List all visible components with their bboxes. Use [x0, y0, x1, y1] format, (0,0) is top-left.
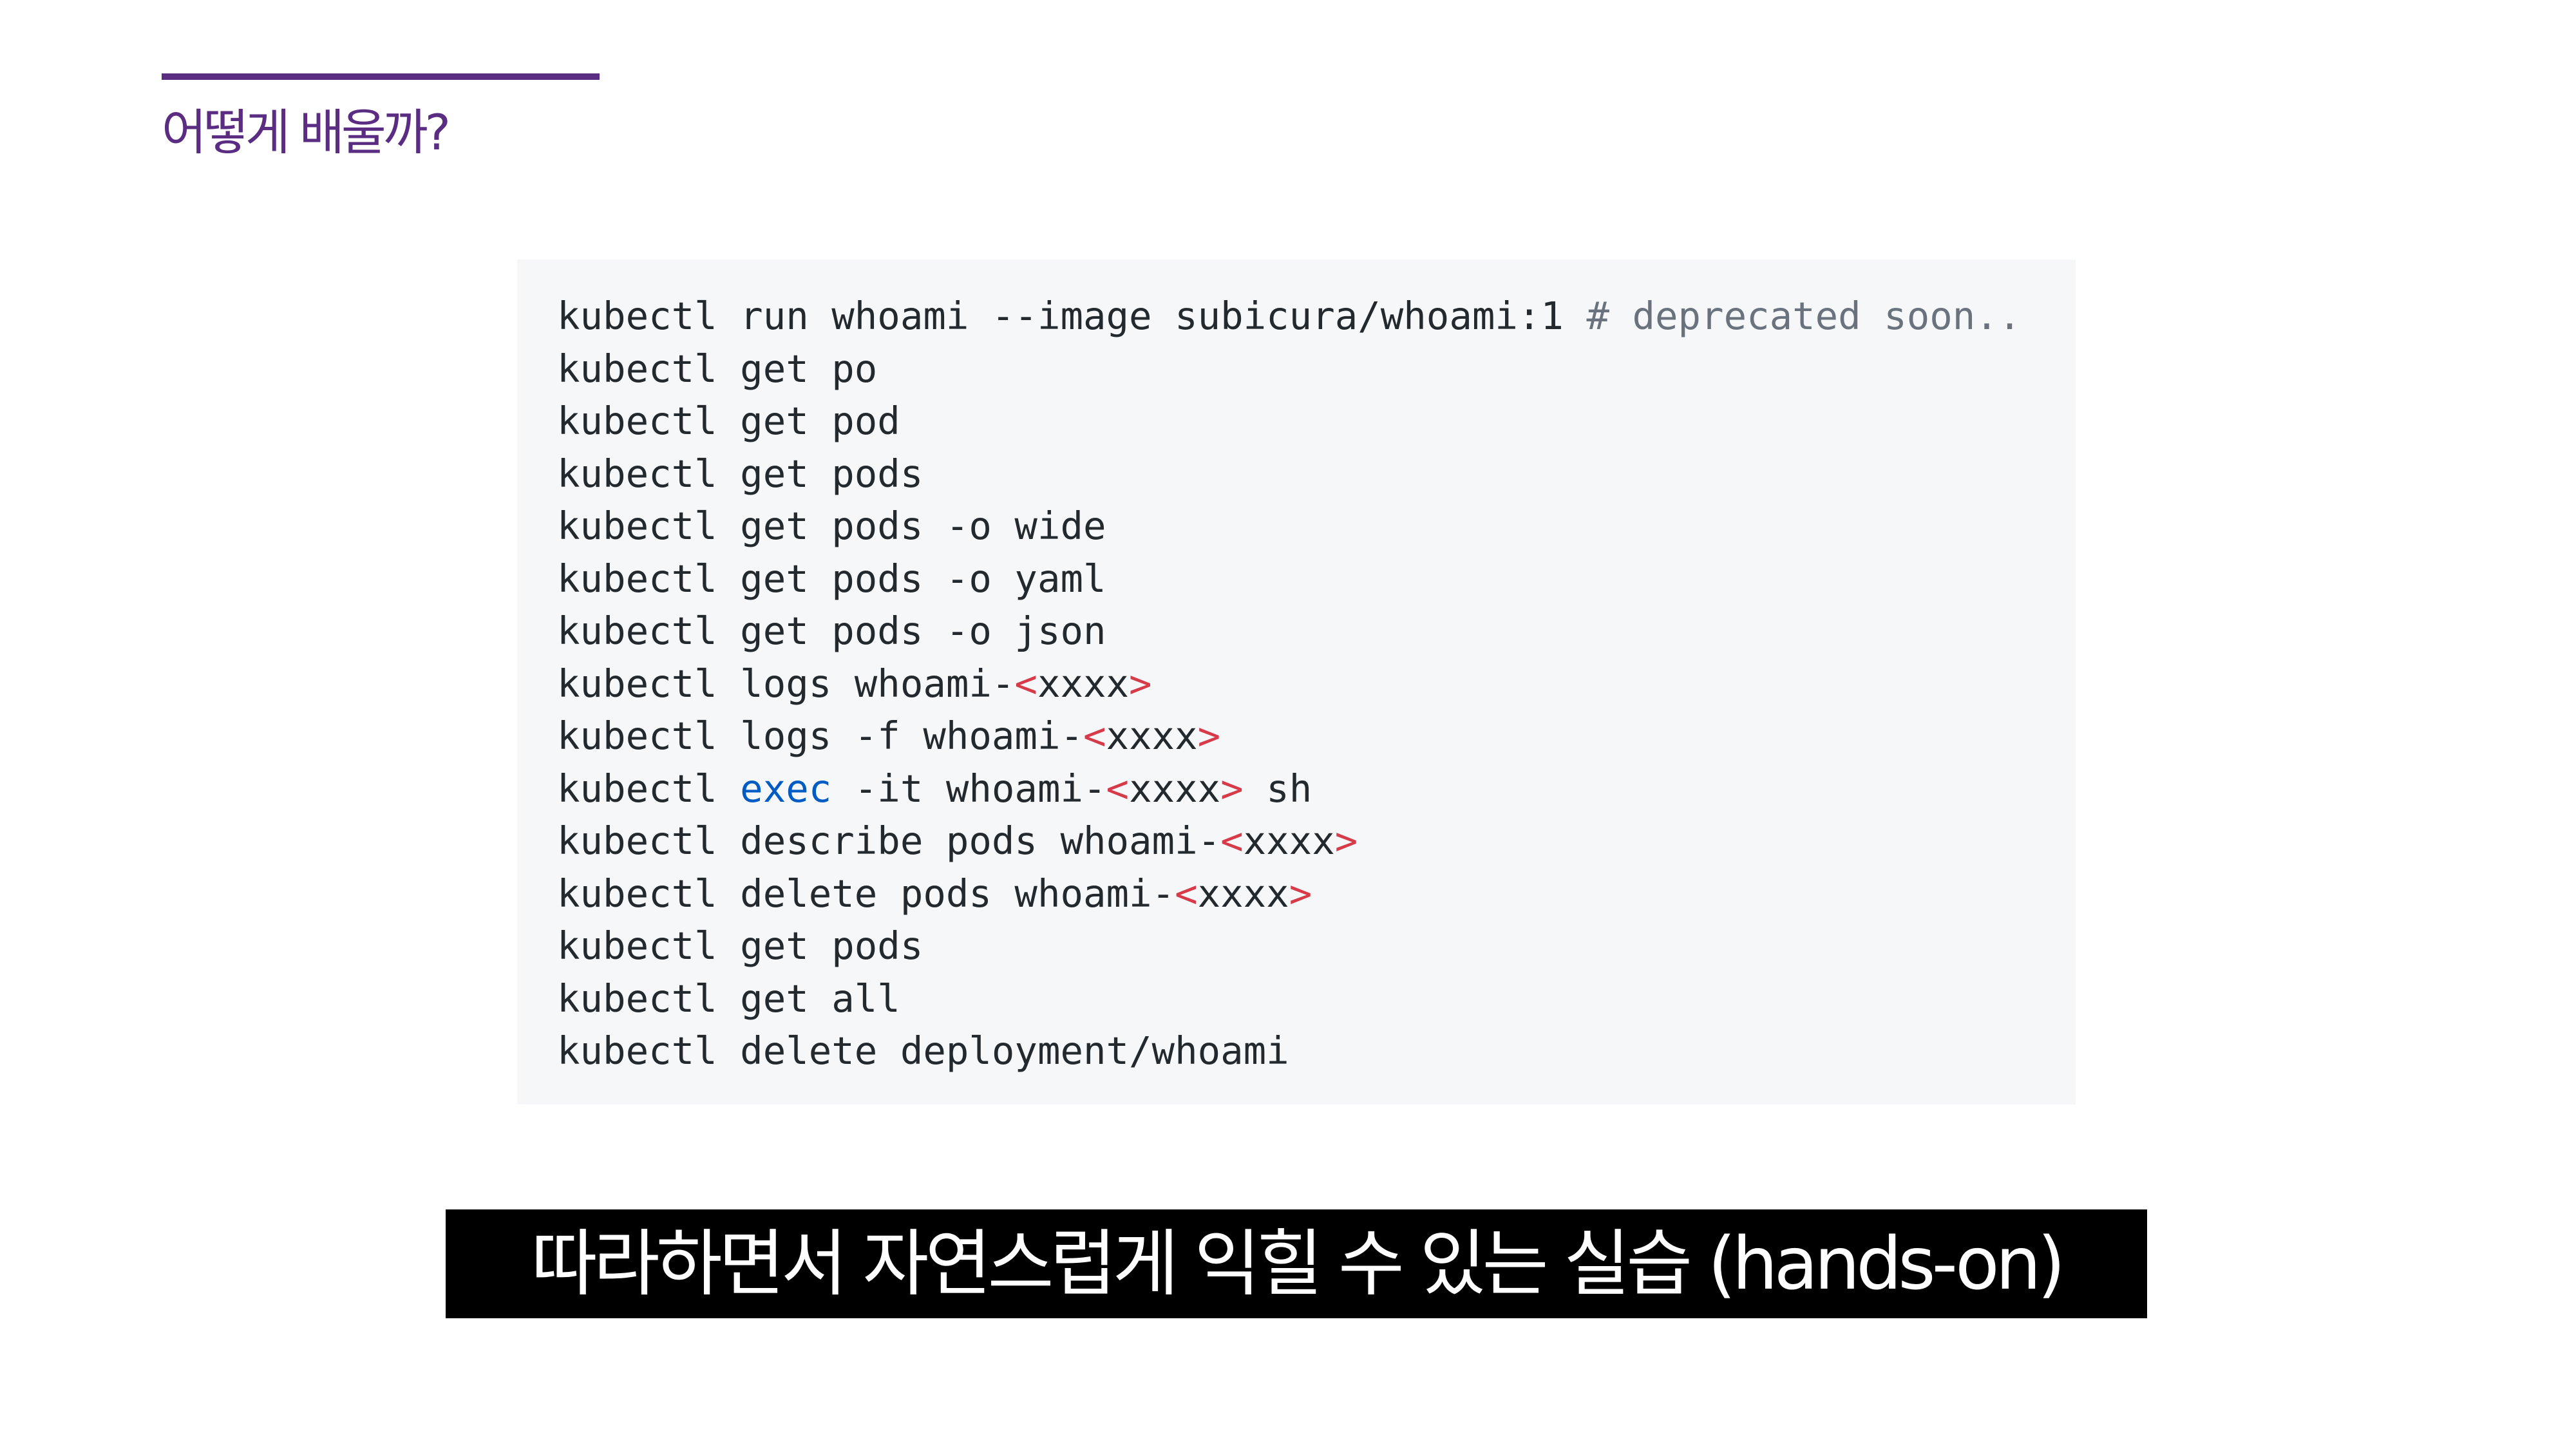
- code-line: kubectl get pods -o yaml: [557, 553, 2076, 605]
- code-token-angle: <: [1083, 714, 1106, 758]
- code-line: kubectl get pods -o json: [557, 605, 2076, 658]
- code-line: kubectl get all: [557, 972, 2076, 1025]
- code-token-plain: sh: [1243, 766, 1312, 811]
- code-token-plain: xxxx: [1106, 714, 1198, 758]
- code-token-plain: kubectl get pods: [557, 451, 923, 496]
- code-token-angle: >: [1334, 819, 1358, 863]
- code-line: kubectl get pods -o wide: [557, 500, 2076, 553]
- code-token-plain: kubectl get po: [557, 346, 878, 391]
- code-line: kubectl delete deployment/whoami: [557, 1025, 2076, 1077]
- code-token-angle: >: [1197, 714, 1221, 758]
- slide-title: 어떻게 배울까?: [162, 104, 451, 161]
- code-token-angle: <: [1014, 661, 1037, 706]
- subtitle-caption: 따라하면서 자연스럽게 익힐 수 있는 실습 (hands-on): [446, 1209, 2147, 1318]
- code-token-plain: kubectl logs whoami-: [557, 661, 1015, 706]
- code-line: kubectl delete pods whoami-<xxxx>: [557, 867, 2076, 920]
- code-line: kubectl get pods: [557, 920, 2076, 972]
- code-line: kubectl get pods: [557, 448, 2076, 500]
- code-line: kubectl exec -it whoami-<xxxx> sh: [557, 762, 2076, 815]
- code-line: kubectl describe pods whoami-<xxxx>: [557, 815, 2076, 867]
- code-line: kubectl get po: [557, 343, 2076, 395]
- code-line: kubectl logs whoami-<xxxx>: [557, 658, 2076, 710]
- code-line: kubectl logs -f whoami-<xxxx>: [557, 710, 2076, 762]
- code-token-plain: kubectl get pod: [557, 399, 900, 443]
- code-token-plain: kubectl get all: [557, 976, 900, 1021]
- title-accent-bar: [162, 73, 600, 80]
- code-token-angle: <: [1175, 871, 1198, 916]
- code-token-plain: xxxx: [1243, 819, 1335, 863]
- code-token-plain: kubectl describe pods whoami-: [557, 819, 1221, 863]
- code-line: kubectl get pod: [557, 395, 2076, 448]
- code-token-plain: kubectl logs -f whoami-: [557, 714, 1083, 758]
- code-token-plain: kubectl delete deployment/whoami: [557, 1028, 1289, 1073]
- code-token-plain: kubectl: [557, 766, 741, 811]
- code-token-plain: kubectl get pods -o wide: [557, 504, 1106, 548]
- code-token-plain: kubectl run whoami --image subicura/whoa…: [557, 294, 1587, 338]
- code-token-plain: kubectl delete pods whoami-: [557, 871, 1175, 916]
- code-token-plain: xxxx: [1129, 766, 1221, 811]
- code-token-angle: >: [1220, 766, 1244, 811]
- code-token-plain: xxxx: [1197, 871, 1289, 916]
- code-token-comment: # deprecated soon..: [1586, 294, 2022, 338]
- code-token-plain: xxxx: [1037, 661, 1130, 706]
- code-token-plain: -it whoami-: [831, 766, 1106, 811]
- code-block: kubectl run whoami --image subicura/whoa…: [517, 260, 2076, 1104]
- code-token-angle: >: [1289, 871, 1312, 916]
- code-token-angle: >: [1129, 661, 1152, 706]
- subtitle-caption-text: 따라하면서 자연스럽게 익힐 수 있는 실습 (hands-on): [531, 1222, 2066, 1306]
- code-token-plain: kubectl get pods: [557, 923, 923, 968]
- code-token-plain: kubectl get pods -o yaml: [557, 556, 1106, 601]
- code-token-angle: <: [1220, 819, 1244, 863]
- code-token-plain: kubectl get pods -o json: [557, 609, 1106, 653]
- code-token-angle: <: [1106, 766, 1130, 811]
- code-line: kubectl run whoami --image subicura/whoa…: [557, 290, 2076, 343]
- code-token-keyword: exec: [740, 766, 832, 811]
